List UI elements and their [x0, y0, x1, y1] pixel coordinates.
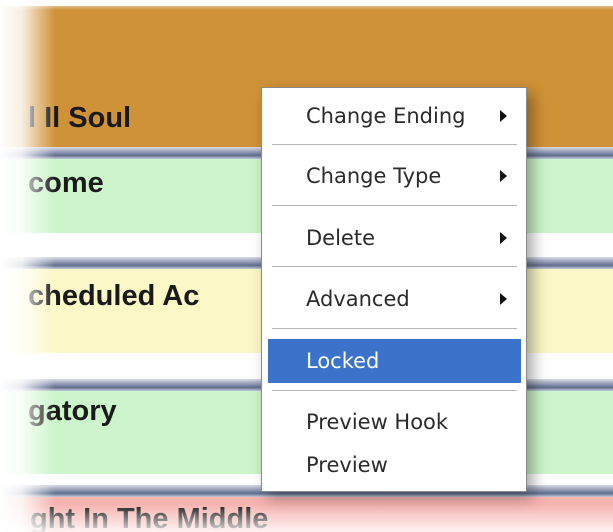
menu-item-change-ending[interactable]: Change Ending — [268, 94, 521, 138]
submenu-arrow-icon — [500, 110, 507, 122]
row-label: cheduled Ac — [28, 280, 200, 312]
menu-item-preview-hook[interactable]: Preview Hook — [268, 400, 521, 444]
menu-item-delete[interactable]: Delete — [268, 216, 521, 260]
submenu-arrow-icon — [500, 232, 507, 244]
menu-separator — [272, 328, 517, 329]
menu-item-locked[interactable]: Locked — [268, 339, 521, 383]
menu-item-label: Preview — [306, 453, 388, 477]
menu-item-preview[interactable]: Preview — [268, 443, 521, 487]
row-label: l Il Soul — [28, 102, 132, 134]
menu-separator — [272, 390, 517, 391]
menu-item-label: Change Ending — [306, 104, 466, 128]
row-label: gatory — [28, 395, 117, 427]
menu-item-label: Advanced — [306, 287, 410, 311]
submenu-arrow-icon — [500, 293, 507, 305]
menu-item-label: Delete — [306, 226, 375, 250]
menu-item-label: Change Type — [306, 164, 442, 188]
menu-item-label: Locked — [306, 349, 380, 373]
row-label: ght In The Middle — [30, 503, 269, 532]
row-label: come — [28, 167, 104, 199]
menu-separator — [272, 144, 517, 145]
menu-item-label: Preview Hook — [306, 410, 449, 434]
stage: l Il Soul come cheduled Ac gatory ght In… — [0, 0, 613, 532]
context-menu: Change Ending Change Type Delete Advance… — [261, 87, 527, 492]
schedule-row[interactable]: ght In The Middle — [0, 497, 613, 532]
menu-item-change-type[interactable]: Change Type — [268, 154, 521, 198]
menu-item-advanced[interactable]: Advanced — [268, 277, 521, 321]
submenu-arrow-icon — [500, 170, 507, 182]
menu-separator — [272, 266, 517, 267]
menu-separator — [272, 205, 517, 206]
